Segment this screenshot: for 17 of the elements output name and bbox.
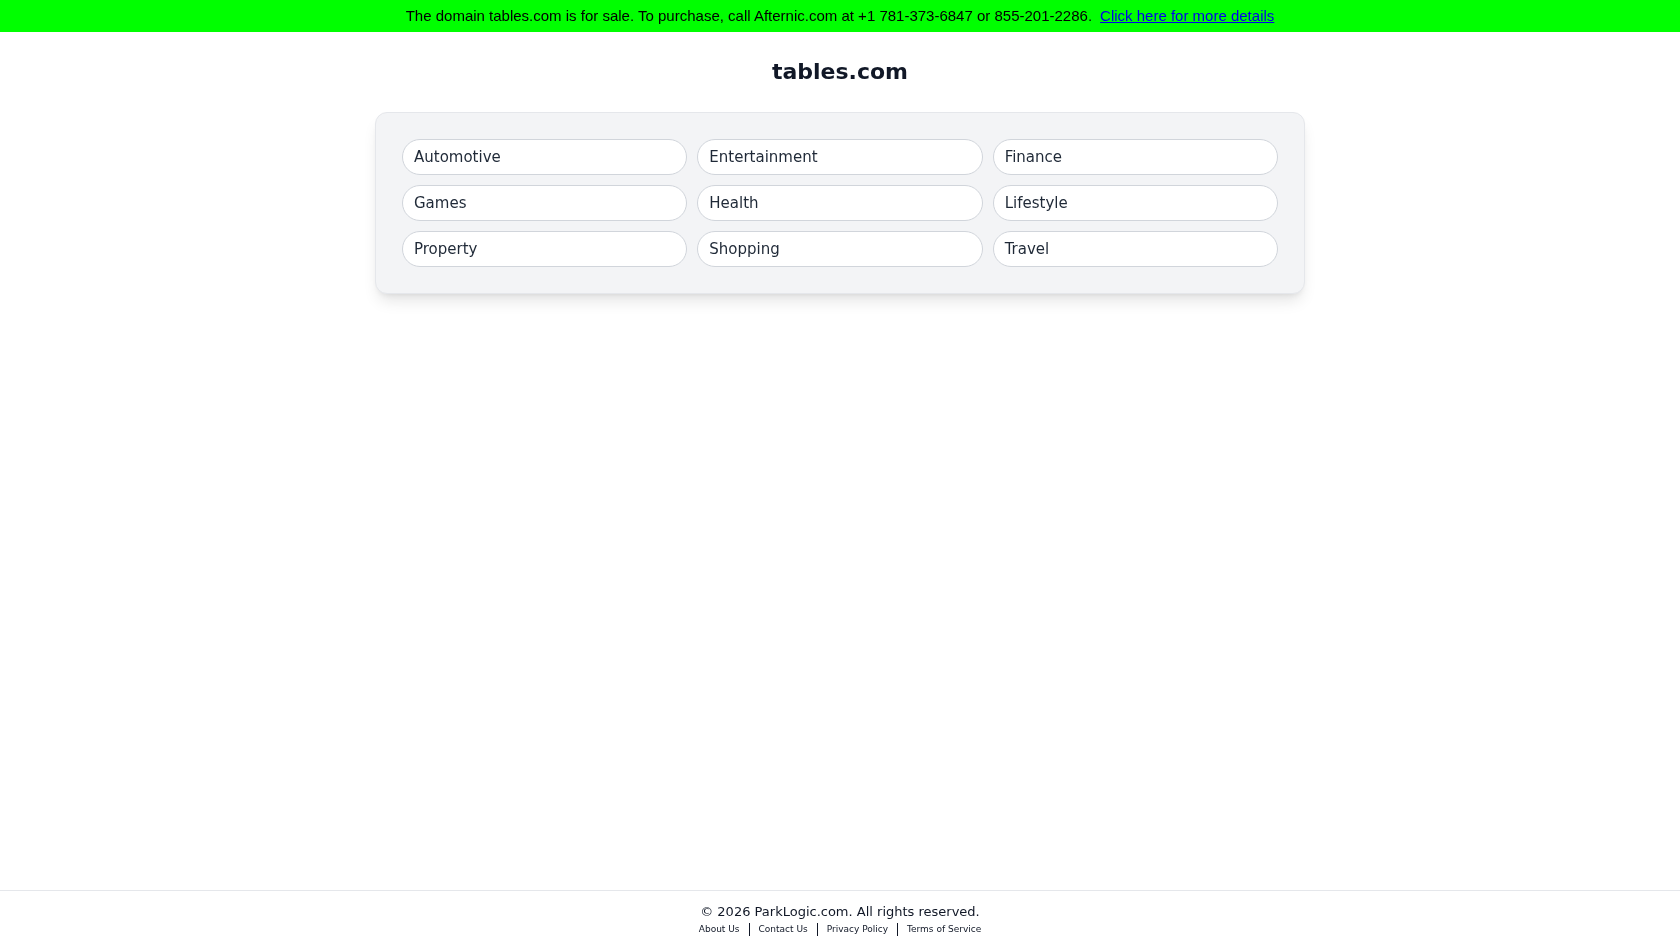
footer-link[interactable]: Contact Us (758, 922, 808, 936)
copyright-text: © 2026 ParkLogic.com. All rights reserved. (700, 903, 980, 921)
category-link[interactable]: Travel (992, 231, 1278, 267)
category-link[interactable]: Health (697, 185, 983, 221)
category-link[interactable]: Entertainment (697, 139, 983, 175)
category-link[interactable]: Automotive (402, 139, 688, 175)
category-link[interactable]: Lifestyle (992, 185, 1278, 221)
sale-notice: The domain tables.com is for sale. To purchase, call Afternic.com at +1 781-373-6847 or 855-201-2286. (405, 5, 1093, 26)
site-title: tables.com (770, 58, 910, 86)
category-link[interactable]: Finance (992, 139, 1278, 175)
footer-link[interactable]: Privacy Policy (826, 922, 889, 936)
category-link[interactable]: Games (402, 185, 688, 221)
footer-link[interactable]: Terms of Service (907, 922, 982, 936)
details-link[interactable]: Click here for more details (1100, 4, 1275, 28)
category-link[interactable]: Property (402, 231, 688, 267)
category-link[interactable]: Shopping (697, 231, 983, 267)
footer-link[interactable]: About Us (698, 922, 740, 936)
